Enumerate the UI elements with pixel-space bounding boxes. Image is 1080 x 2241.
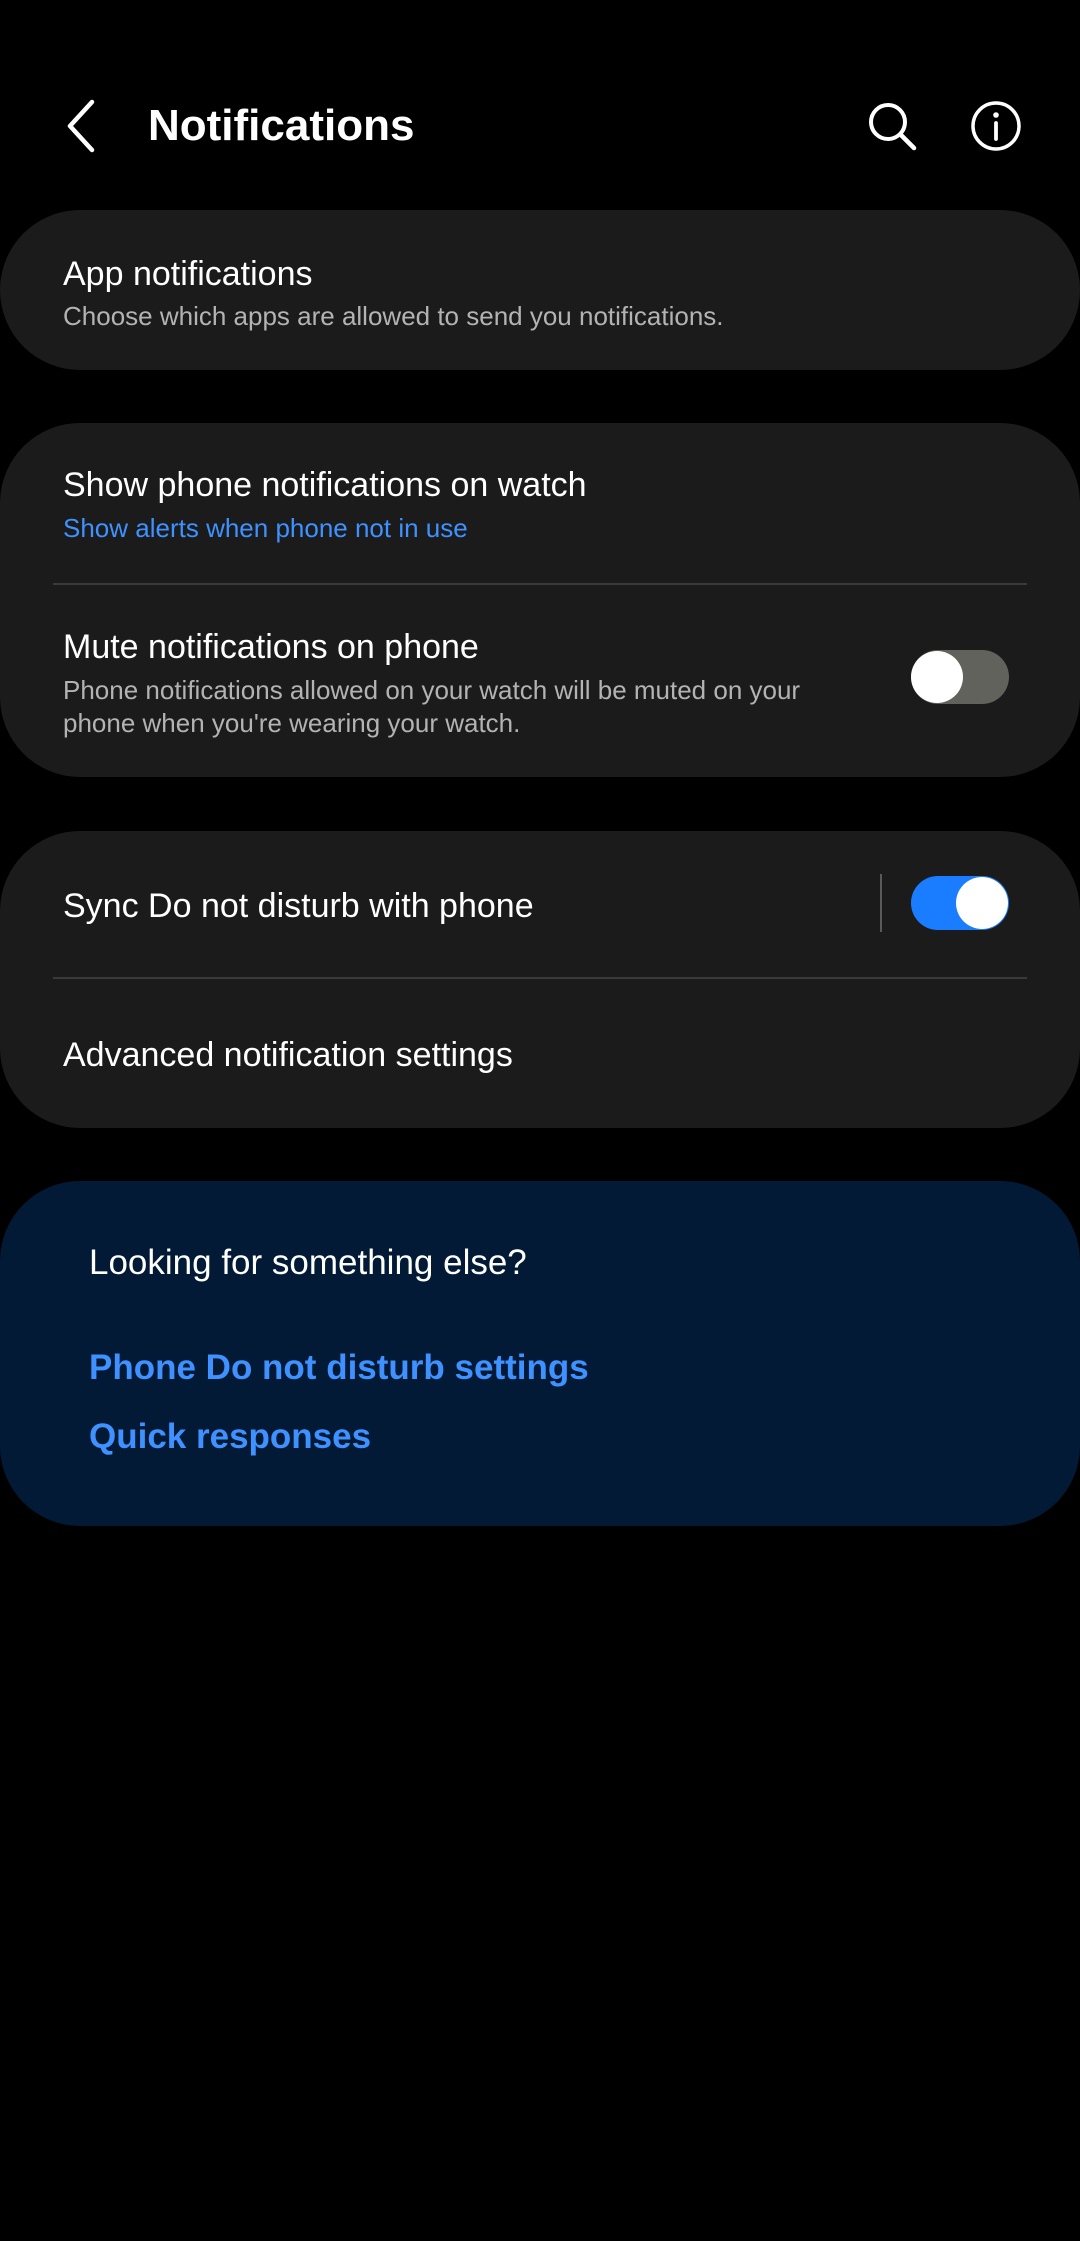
- toggle-knob: [911, 651, 963, 703]
- show-on-watch-title: Show phone notifications on watch: [63, 466, 587, 504]
- suggestions-title: Looking for something else?: [89, 1243, 527, 1282]
- search-icon: [869, 103, 917, 151]
- advanced-settings-title: Advanced notification settings: [63, 1036, 513, 1074]
- mute-on-phone-toggle[interactable]: [911, 650, 1009, 704]
- page-title: Notifications: [148, 101, 415, 150]
- advanced-settings-item[interactable]: Advanced notification settings: [0, 979, 1080, 1128]
- mute-on-phone-title: Mute notifications on phone: [63, 628, 479, 666]
- mute-on-phone-item[interactable]: Mute notifications on phone Phone notifi…: [0, 585, 1080, 777]
- phone-dnd-settings-link[interactable]: Phone Do not disturb settings: [89, 1346, 589, 1390]
- back-button[interactable]: [52, 92, 112, 160]
- sync-dnd-toggle[interactable]: [911, 876, 1009, 930]
- suggestions-card: Looking for something else? Phone Do not…: [0, 1181, 1080, 1526]
- info-icon: [971, 101, 1021, 151]
- app-notifications-item[interactable]: App notifications Choose which apps are …: [0, 210, 1080, 370]
- app-notifications-title: App notifications: [63, 255, 313, 293]
- show-on-watch-item[interactable]: Show phone notifications on watch Show a…: [0, 423, 1080, 583]
- chevron-left-icon: [67, 99, 95, 153]
- watch-notifications-card: Show phone notifications on watch Show a…: [0, 423, 1080, 777]
- sync-dnd-item[interactable]: Sync Do not disturb with phone: [0, 831, 870, 977]
- sync-dnd-title: Sync Do not disturb with phone: [63, 887, 534, 925]
- vertical-separator: [880, 874, 882, 932]
- dnd-card: Sync Do not disturb with phone Advanced …: [0, 831, 1080, 1128]
- app-bar: Notifications: [0, 0, 1080, 200]
- app-notifications-subtitle: Choose which apps are allowed to send yo…: [63, 301, 724, 331]
- search-button[interactable]: [860, 94, 924, 158]
- toggle-knob: [956, 877, 1008, 929]
- show-on-watch-subtitle: Show alerts when phone not in use: [63, 513, 468, 543]
- info-button[interactable]: [964, 94, 1028, 158]
- quick-responses-link[interactable]: Quick responses: [89, 1415, 371, 1459]
- mute-on-phone-subtitle: Phone notifications allowed on your watc…: [63, 675, 801, 738]
